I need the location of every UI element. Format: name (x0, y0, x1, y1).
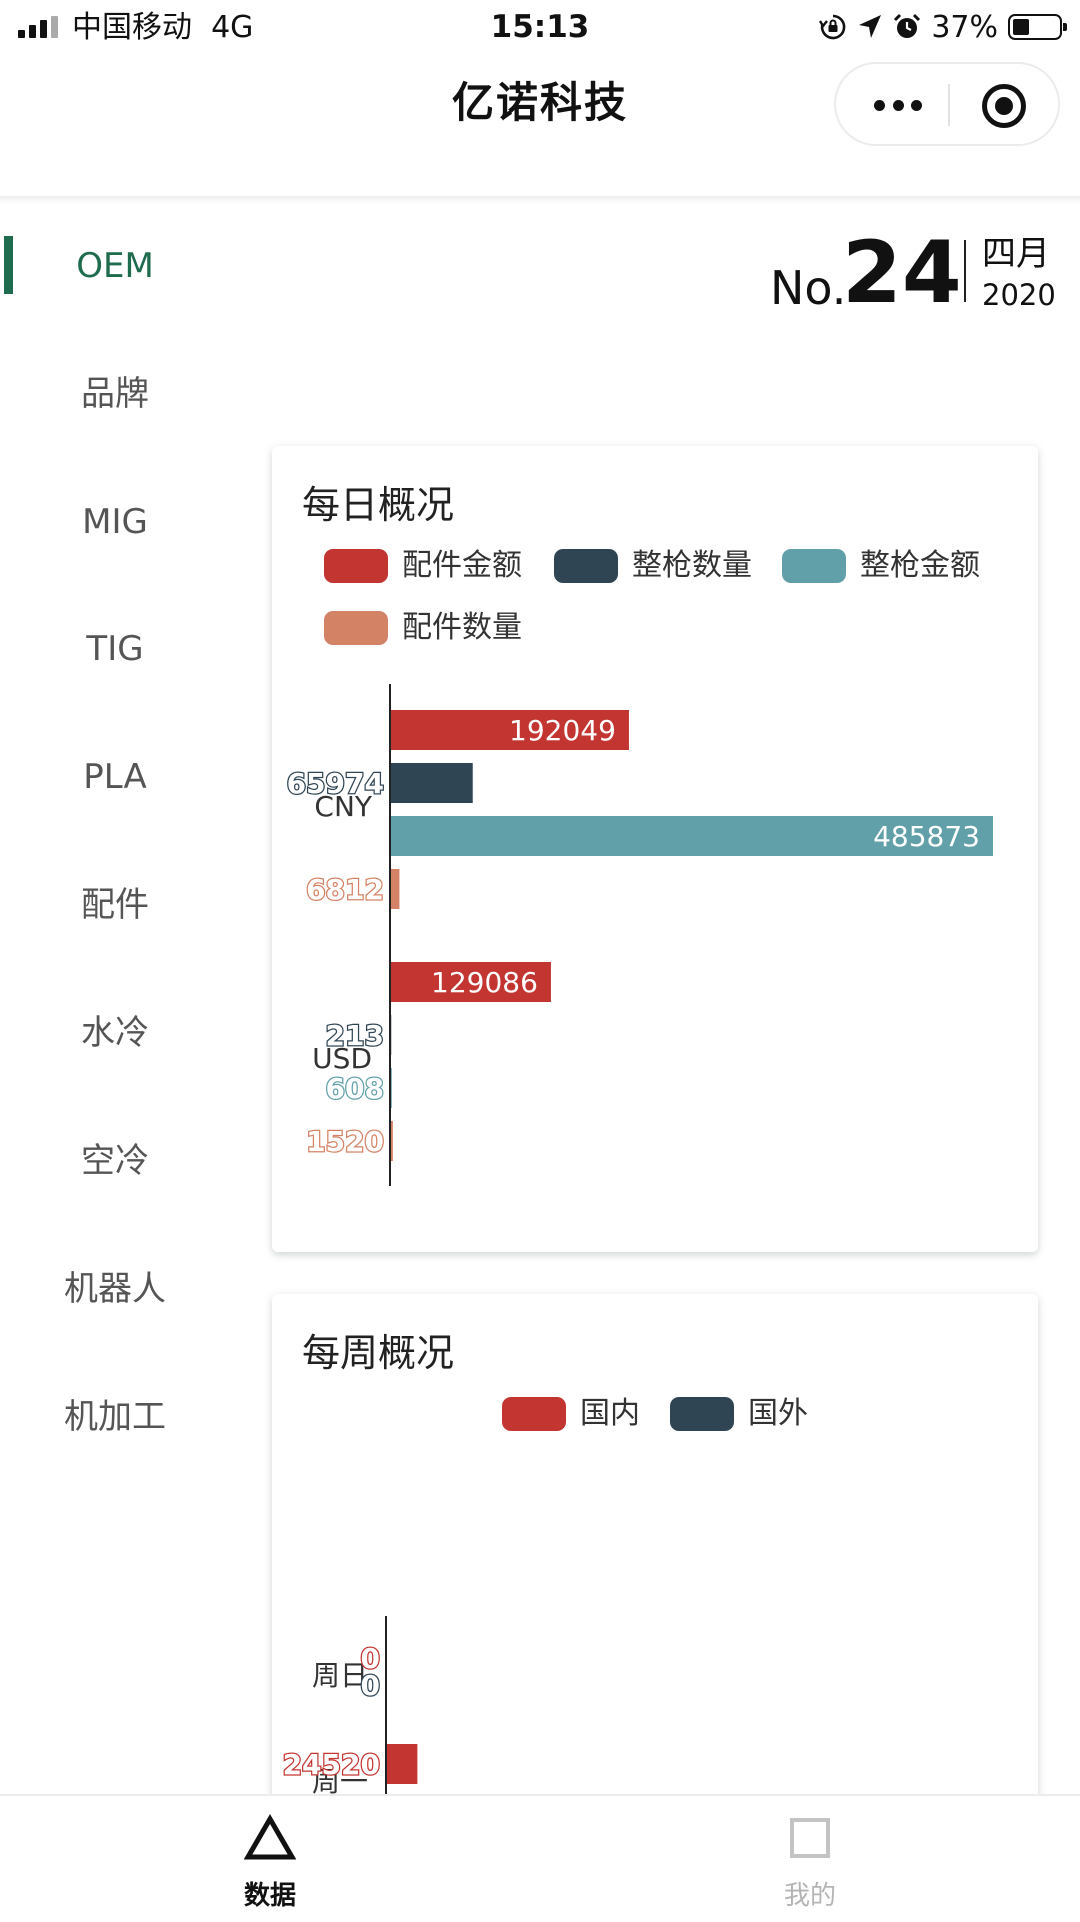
mini-program-capsule (834, 62, 1060, 146)
bar (391, 869, 399, 909)
battery-icon (1008, 14, 1062, 40)
capsule-divider (948, 84, 950, 126)
location-arrow-icon (857, 13, 883, 41)
data-label: 485873 (873, 820, 980, 853)
tab-data[interactable]: 数据 (0, 1796, 540, 1922)
tab-mine[interactable]: 我的 (540, 1796, 1080, 1922)
sidebar-item-air-cooled[interactable]: 空冷 (0, 1139, 230, 1183)
battery-percent: 37% (931, 10, 998, 45)
sidebar-item-parts[interactable]: 配件 (0, 883, 230, 927)
sidebar-item-brand[interactable]: 品牌 (0, 372, 230, 416)
sidebar-item-mig[interactable]: MIG (0, 500, 230, 544)
date-year: 2020 (982, 278, 1056, 312)
square-icon (788, 1814, 832, 1862)
data-label: 129086 (431, 966, 538, 999)
daily-bar-chart: CNY192049659744858736812USD1290862136081… (272, 446, 1038, 1252)
bar (387, 1744, 417, 1784)
daily-overview-card: 每日概况 配件金额 整枪数量 整枪金额 配件数量 CNY192049659744… (272, 446, 1038, 1252)
sidebar-item-machining[interactable]: 机加工 (0, 1395, 230, 1439)
bar (391, 1068, 392, 1108)
date-month: 四月 (982, 234, 1050, 274)
weekly-overview-card: 每周概况 国内 国外 周日00周一24520 (272, 1294, 1038, 1834)
weekly-bar-chart: 周日00周一24520 (272, 1294, 1038, 1834)
data-label: 192049 (509, 714, 616, 747)
sidebar-item-oem[interactable]: OEM (0, 244, 230, 288)
more-icon[interactable] (874, 100, 922, 110)
sidebar-item-tig[interactable]: TIG (0, 627, 230, 671)
data-label: 65974 (287, 767, 384, 800)
tab-label: 数据 (0, 1880, 540, 1912)
data-label: 1520 (306, 1125, 384, 1158)
alarm-icon (893, 13, 921, 41)
data-label: 213 (326, 1019, 384, 1052)
data-label: 0 (361, 1669, 380, 1702)
status-right-icons: 37% (819, 9, 1062, 45)
sidebar-item-robot[interactable]: 机器人 (0, 1267, 230, 1311)
data-label: 608 (326, 1072, 384, 1105)
sidebar-item-water-cooled[interactable]: 水冷 (0, 1011, 230, 1055)
data-label: 24520 (283, 1748, 380, 1781)
triangle-icon (244, 1814, 296, 1862)
sidebar-item-pla[interactable]: PLA (0, 755, 230, 799)
bar (391, 1121, 393, 1161)
status-bar: 中国移动 4G 15:13 37% (0, 0, 1080, 56)
nav-divider (0, 196, 1080, 204)
target-icon[interactable] (982, 84, 1026, 128)
orientation-lock-icon (819, 13, 847, 41)
date-prefix: No. (770, 262, 846, 314)
data-label: 6812 (306, 873, 384, 906)
bar (391, 763, 473, 803)
date-day: 24 (842, 228, 962, 318)
tab-label: 我的 (540, 1880, 1080, 1912)
date-separator (964, 240, 966, 302)
tab-bar: 数据 我的 (0, 1794, 1080, 1922)
